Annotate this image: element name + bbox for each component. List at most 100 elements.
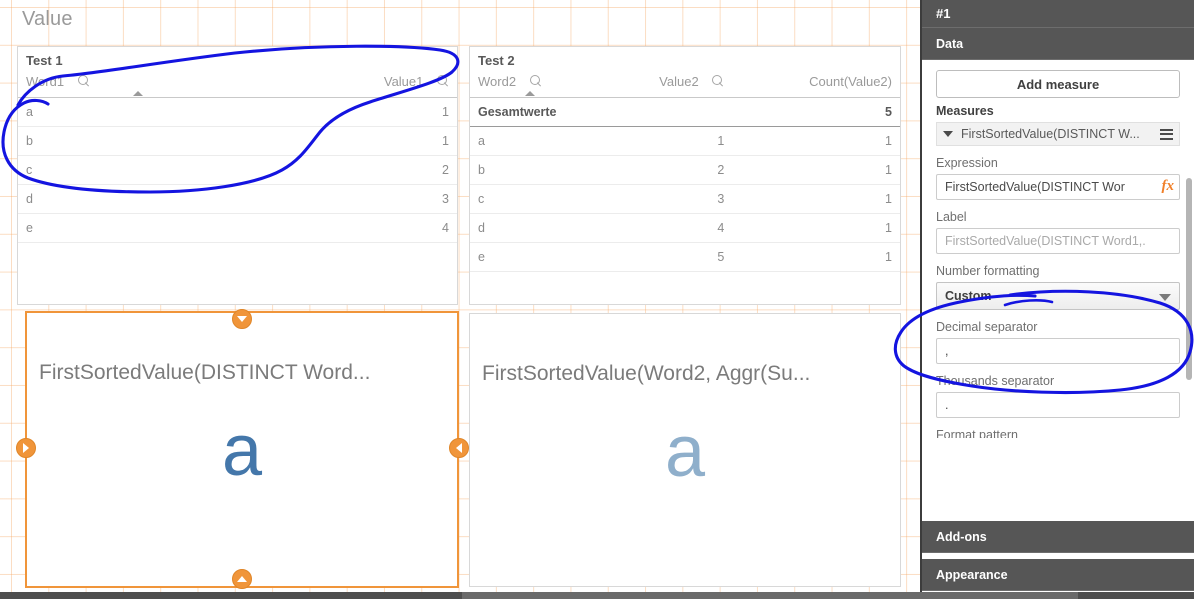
table-total-row: Gesamtwerte 5 (470, 97, 900, 127)
kpi-object-1[interactable]: FirstSortedValue(DISTINCT Word... a (25, 311, 459, 588)
decimal-separator-input[interactable]: , (936, 338, 1180, 364)
cell-dimension[interactable]: e (470, 242, 604, 272)
thousands-separator-label: Thousands separator (936, 374, 1055, 388)
cell-dimension[interactable]: d (470, 213, 604, 243)
cell-dimension[interactable]: d (18, 184, 273, 214)
table-row[interactable]: e 5 1 (470, 242, 900, 272)
cell-measure[interactable]: 4 (272, 213, 457, 243)
kpi-value: a (221, 411, 263, 491)
cell-dimension[interactable]: a (18, 97, 273, 127)
column-label: Value2 (659, 74, 699, 89)
decimal-separator-value: , (945, 344, 949, 358)
column-label: Word1 (26, 74, 65, 89)
chevron-down-icon[interactable] (943, 131, 953, 137)
cell-measure[interactable]: 1 (732, 184, 900, 214)
table-row[interactable]: e 4 (18, 213, 457, 243)
panel-header-label: #1 (936, 6, 951, 21)
panel-header: #1 (922, 0, 1194, 28)
cell-measure[interactable]: 4 (603, 213, 733, 243)
cell-dimension[interactable]: c (18, 155, 273, 185)
data-table[interactable]: Word2 Value2 Count(Value2) Gesamtwerte 5… (470, 68, 900, 272)
number-formatting-select[interactable]: Custom (936, 282, 1180, 310)
table-row[interactable]: d 3 (18, 184, 457, 214)
horizontal-scrollbar[interactable] (0, 592, 1194, 599)
table-object-test-2[interactable]: Test 2 Word2 Value2 Count(Value2) Gesamt… (469, 46, 901, 305)
sort-ascending-icon (133, 91, 144, 96)
sort-ascending-icon (524, 91, 535, 96)
add-measure-button[interactable]: Add measure (936, 70, 1180, 98)
panel-scrollbar[interactable] (1186, 178, 1192, 380)
panel-section-data[interactable]: Data (922, 28, 1194, 60)
search-icon[interactable] (712, 75, 724, 87)
cell-measure[interactable]: 1 (603, 126, 733, 156)
cell-dimension[interactable]: e (18, 213, 273, 243)
cell-dimension[interactable]: c (470, 184, 604, 214)
column-header-word1[interactable]: Word1 (18, 68, 273, 98)
search-icon[interactable] (529, 75, 542, 87)
expression-editor-icon[interactable]: fx (1162, 178, 1175, 195)
properties-panel: #1 Data Add measure Measures FirstSorted… (920, 0, 1194, 592)
app-root: Value Test 1 Word1 Value1 a 1 b 1 c 2 d … (0, 0, 1194, 599)
scrollbar-thumb[interactable] (462, 592, 1078, 599)
cell-measure[interactable]: 5 (603, 242, 733, 272)
cell-measure[interactable]: 2 (603, 155, 733, 185)
page-title: Value (22, 8, 73, 30)
drag-handle-icon[interactable] (1160, 128, 1173, 140)
section-label: Add-ons (936, 529, 987, 544)
table-title: Test 1 (26, 53, 63, 68)
table-row[interactable]: c 3 1 (470, 184, 900, 214)
measure-list-item[interactable]: FirstSortedValue(DISTINCT W... (936, 122, 1180, 146)
cell-dimension[interactable]: b (470, 155, 604, 185)
table-row[interactable]: d 4 1 (470, 213, 900, 243)
label-input[interactable]: FirstSortedValue(DISTINCT Word1,. (936, 228, 1180, 254)
resize-handle-bottom[interactable] (232, 569, 252, 589)
column-header-value2[interactable]: Value2 (603, 68, 733, 98)
cell-measure[interactable]: 1 (272, 126, 457, 156)
label-label: Label (936, 210, 967, 224)
resize-handle-right[interactable] (449, 438, 469, 458)
cell-measure[interactable]: 3 (603, 184, 733, 214)
resize-handle-top[interactable] (232, 309, 252, 329)
cell-measure[interactable]: 1 (732, 213, 900, 243)
format-pattern-label: Format pattern (936, 428, 1018, 438)
kpi-object-2[interactable]: FirstSortedValue(Word2, Aggr(Su... a (469, 313, 901, 587)
cell-measure[interactable]: 1 (732, 155, 900, 185)
thousands-separator-value: . (945, 398, 949, 412)
chevron-down-icon[interactable] (1159, 294, 1171, 301)
cell-dimension[interactable]: b (18, 126, 273, 156)
section-label: Data (936, 36, 964, 51)
table-row[interactable]: c 2 (18, 155, 457, 185)
section-label: Appearance (936, 567, 1008, 582)
measure-item-label: FirstSortedValue(DISTINCT W... (961, 127, 1140, 141)
panel-section-addons[interactable]: Add-ons (922, 521, 1194, 553)
cell-dimension[interactable]: a (470, 126, 604, 156)
cell-measure[interactable]: 1 (732, 242, 900, 272)
panel-section-appearance[interactable]: Appearance (922, 559, 1194, 591)
search-icon[interactable] (437, 75, 449, 87)
column-label: Word2 (478, 74, 517, 89)
kpi-label: FirstSortedValue(Word2, Aggr(Su... (482, 362, 811, 385)
column-header-count-value2[interactable]: Count(Value2) (732, 68, 900, 98)
cell-measure[interactable]: 3 (272, 184, 457, 214)
column-label: Count(Value2) (809, 74, 892, 89)
measures-group-label: Measures (936, 104, 994, 118)
table-row[interactable]: b 1 (18, 126, 457, 156)
table-object-test-1[interactable]: Test 1 Word1 Value1 a 1 b 1 c 2 d 3 e 4 (17, 46, 458, 305)
number-formatting-label: Number formatting (936, 264, 1040, 278)
search-icon[interactable] (77, 75, 90, 87)
data-table[interactable]: Word1 Value1 a 1 b 1 c 2 d 3 e 4 (18, 68, 457, 243)
table-row[interactable]: a 1 1 (470, 126, 900, 156)
expression-input[interactable]: FirstSortedValue(DISTINCT Wor fx (936, 174, 1180, 200)
column-header-value1[interactable]: Value1 (272, 68, 457, 98)
cell-measure[interactable]: 2 (272, 155, 457, 185)
cell-measure[interactable]: 1 (272, 97, 457, 127)
table-row[interactable]: a 1 (18, 97, 457, 127)
table-header-row: Word1 Value1 (18, 68, 457, 98)
column-header-word2[interactable]: Word2 (470, 68, 604, 98)
thousands-separator-input[interactable]: . (936, 392, 1180, 418)
resize-handle-left[interactable] (16, 438, 36, 458)
sheet-canvas: Value Test 1 Word1 Value1 a 1 b 1 c 2 d … (0, 0, 920, 592)
label-placeholder: FirstSortedValue(DISTINCT Word1,. (945, 234, 1146, 248)
cell-measure[interactable]: 1 (732, 126, 900, 156)
table-row[interactable]: b 2 1 (470, 155, 900, 185)
